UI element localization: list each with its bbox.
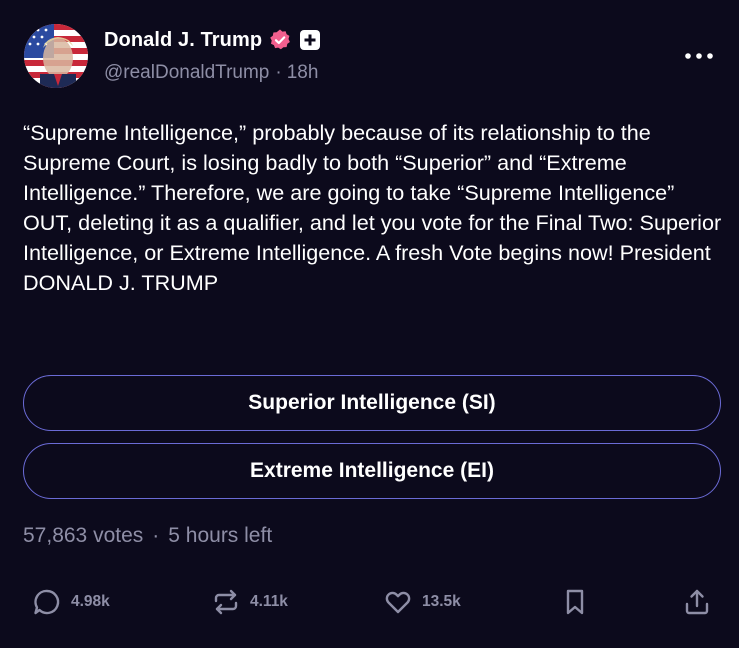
retruth-arrows-icon	[211, 587, 241, 617]
action-bar: 4.98k 4.11k 13.5k	[0, 584, 739, 620]
like-button[interactable]: 13.5k	[383, 584, 461, 620]
poll-meta: 57,863 votes · 5 hours left	[23, 524, 272, 548]
poll-votes: 57,863 votes	[23, 524, 144, 547]
reply-button[interactable]: 4.98k	[32, 584, 110, 620]
avatar[interactable]	[24, 24, 88, 88]
post-header: Donald J. Trump @realDonaldTrump · 18h	[104, 26, 321, 84]
reply-count: 4.98k	[71, 593, 110, 610]
verified-badge-icon	[268, 28, 292, 52]
poll: Superior Intelligence (SI) Extreme Intel…	[23, 375, 721, 511]
more-button[interactable]	[681, 44, 717, 68]
bookmark-icon	[561, 587, 589, 617]
separator-dot: ·	[275, 62, 282, 83]
post-text: “Supreme Intelligence,” probably because…	[23, 120, 722, 295]
post-time[interactable]: 18h	[287, 62, 319, 84]
separator-dot: ·	[152, 524, 160, 547]
heart-icon	[383, 587, 413, 617]
handle[interactable]: @realDonaldTrump	[104, 62, 269, 84]
display-name[interactable]: Donald J. Trump	[104, 29, 262, 52]
retruth-count: 4.11k	[250, 593, 288, 610]
share-button[interactable]	[682, 584, 712, 620]
reply-bubble-icon	[32, 587, 62, 617]
poll-option-superior[interactable]: Superior Intelligence (SI)	[23, 375, 721, 431]
share-upload-icon	[682, 587, 712, 617]
like-count: 13.5k	[422, 593, 461, 610]
poll-option-extreme[interactable]: Extreme Intelligence (EI)	[23, 443, 721, 499]
name-row: Donald J. Trump	[104, 26, 321, 54]
post-card: Donald J. Trump @realDonaldTrump · 18h “…	[0, 0, 739, 648]
poll-time-left: 5 hours left	[168, 524, 273, 547]
plus-badge-icon	[300, 30, 321, 50]
retruth-button[interactable]: 4.11k	[211, 584, 288, 620]
more-dots-icon	[685, 53, 713, 59]
bookmark-button[interactable]	[561, 584, 589, 620]
post-subline: @realDonaldTrump · 18h	[104, 62, 320, 84]
